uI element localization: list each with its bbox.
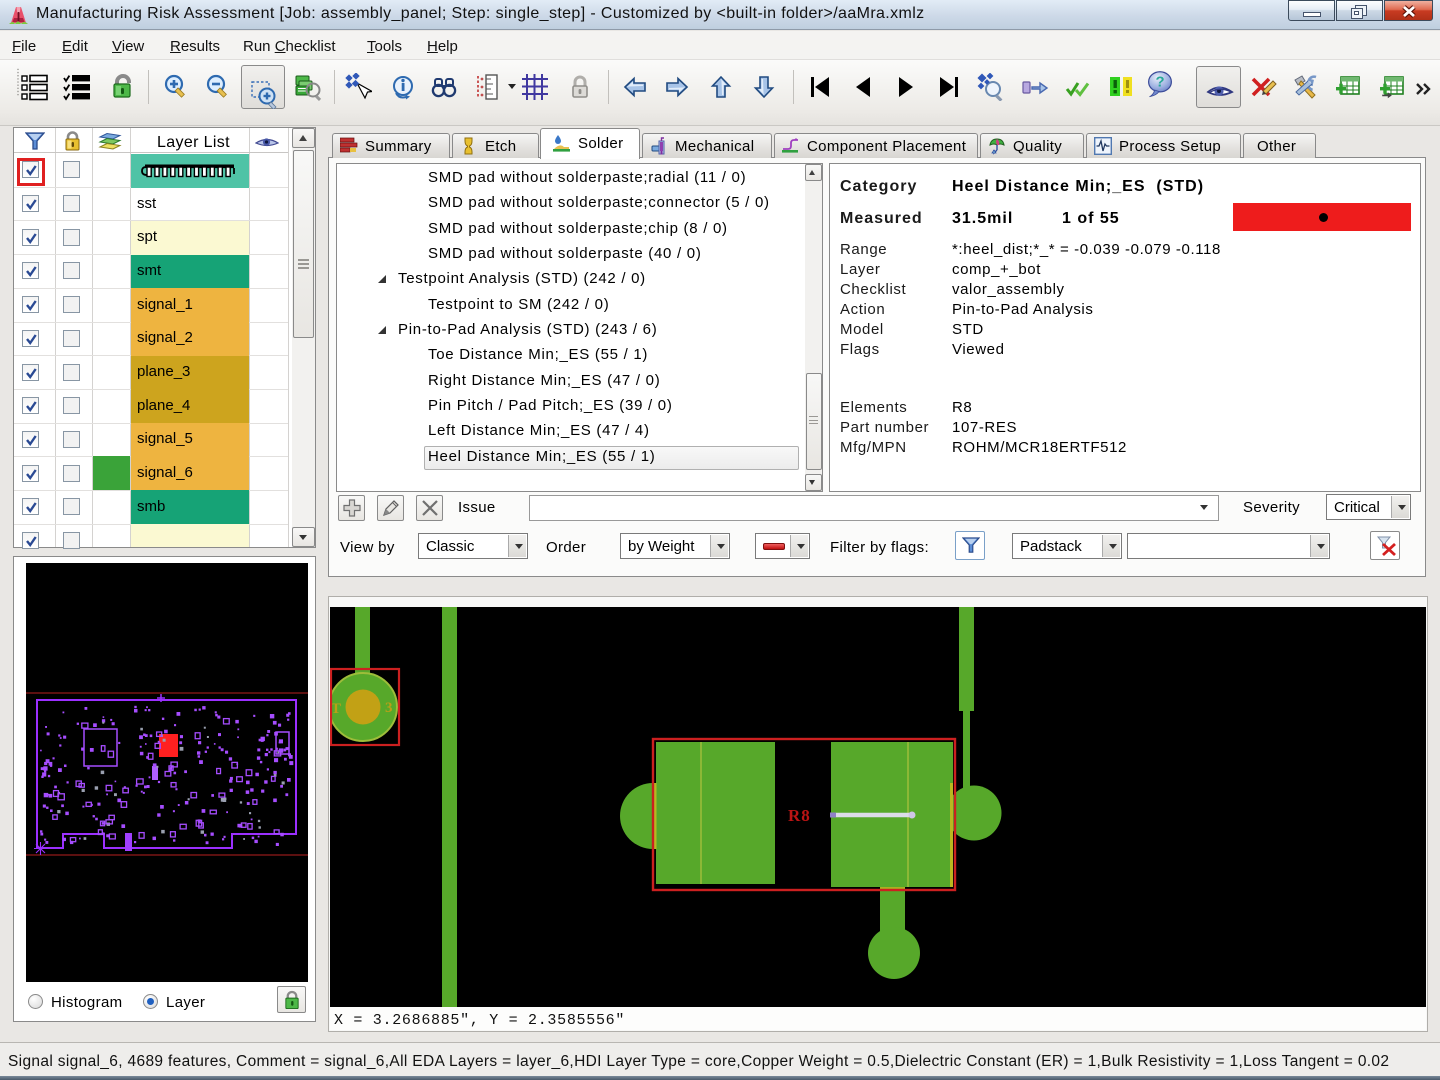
svg-text:R8: R8 bbox=[788, 806, 811, 825]
svg-text:?: ? bbox=[1155, 75, 1164, 91]
svg-text:3: 3 bbox=[385, 700, 393, 716]
svg-text:T: T bbox=[331, 701, 341, 717]
